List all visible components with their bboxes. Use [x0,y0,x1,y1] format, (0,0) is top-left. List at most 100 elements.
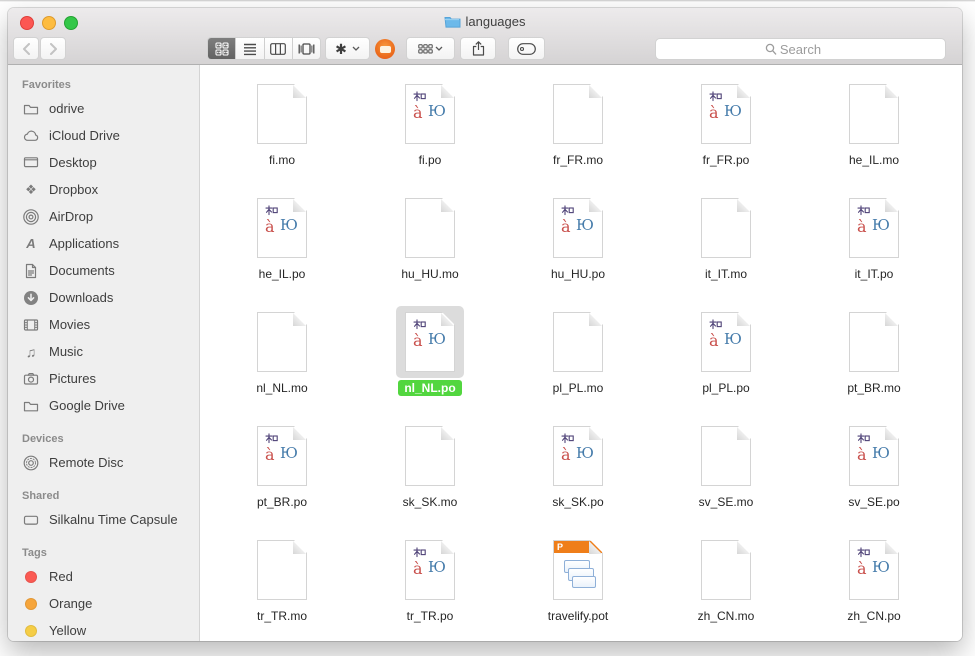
sidebar-item-orange[interactable]: Orange [8,590,199,617]
file-sv_SE-po[interactable]: àЮsv_SE.po [800,419,948,533]
sidebar-item-documents[interactable]: Documents [8,257,199,284]
tags-button[interactable] [508,37,545,60]
back-button[interactable] [13,37,39,60]
file-icon-box: àЮ [396,306,464,378]
file-icon-box: P [544,534,612,606]
list-view-icon [243,42,257,56]
file-name-label: tr_TR.mo [251,608,313,624]
sidebar-item-downloads[interactable]: Downloads [8,284,199,311]
file-icon-box [840,78,908,150]
sidebar-item-applications[interactable]: AApplications [8,230,199,257]
file-zh_CN-mo[interactable]: zh_CN.mo [652,533,800,641]
sidebar-item-odrive[interactable]: odrive [8,95,199,122]
view-mode-control [207,37,321,60]
po-file-icon: àЮ [405,84,455,144]
tag-icon [517,43,536,55]
list-view-button[interactable] [236,38,264,59]
sidebar-item-label: Movies [49,317,90,332]
file-sk_SK-po[interactable]: àЮsk_SK.po [504,419,652,533]
file-icon-box: àЮ [840,534,908,606]
page-fold [737,85,750,98]
sidebar-item-airdrop[interactable]: AirDrop [8,203,199,230]
sidebar-section-favorites: FavoritesodriveiCloud DriveDesktop❖Dropb… [8,79,199,419]
file-travelify-pot[interactable]: Ptravelify.pot [504,533,652,641]
file-name-label: hu_HU.mo [395,266,464,282]
file-sk_SK-mo[interactable]: sk_SK.mo [356,419,504,533]
po-file-icon: àЮ [701,312,751,372]
file-name-label: zh_CN.po [841,608,906,624]
icon-view-button[interactable] [208,38,236,59]
window-body: FavoritesodriveiCloud DriveDesktop❖Dropb… [8,65,962,641]
file-fi-mo[interactable]: fi.mo [208,77,356,191]
sidebar-item-label: Desktop [49,155,97,170]
folder-icon [21,398,41,414]
file-pt_BR-po[interactable]: àЮ pt_BR.po [208,419,356,533]
sidebar-item-label: AirDrop [49,209,93,224]
forward-button[interactable] [40,37,66,60]
file-he_IL-mo[interactable]: he_IL.mo [800,77,948,191]
file-pl_PL-po[interactable]: àЮpl_PL.po [652,305,800,419]
dropbox-icon: ❖ [21,183,41,196]
file-hu_HU-po[interactable]: àЮhu_HU.po [504,191,652,305]
sidebar-item-google-drive[interactable]: Google Drive [8,392,199,419]
applications-icon: A [21,237,41,250]
sidebar-item-label: Remote Disc [49,455,123,470]
share-icon [472,41,485,56]
file-hu_HU-mo[interactable]: hu_HU.mo [356,191,504,305]
file-nl_NL-po[interactable]: àЮnl_NL.po [356,305,504,419]
file-it_IT-mo[interactable]: it_IT.mo [652,191,800,305]
page-fold [737,313,750,326]
folder-icon [21,101,41,117]
sidebar-item-label: Documents [49,263,115,278]
sidebar-item-pictures[interactable]: Pictures [8,365,199,392]
file-pt_BR-mo[interactable]: pt_BR.mo [800,305,948,419]
sidebar-item-dropbox[interactable]: ❖Dropbox [8,176,199,203]
sidebar-item-music[interactable]: ♫Music [8,338,199,365]
minimize-button[interactable] [42,16,56,30]
sidebar-section-shared: SharedSilkalnu Time Capsule [8,490,199,533]
sidebar-item-silkalnu-time-capsule[interactable]: Silkalnu Time Capsule [8,506,199,533]
action-menu-button[interactable]: ✱ [325,37,370,60]
file-tr_TR-mo[interactable]: tr_TR.mo [208,533,356,641]
file-it_IT-po[interactable]: àЮit_IT.po [800,191,948,305]
latin-glyph: à [265,447,275,463]
page-fold [441,541,454,554]
file-fr_FR-mo[interactable]: fr_FR.mo [504,77,652,191]
sidebar-section-tags: TagsRedOrangeYellowGreen [8,547,199,641]
file-he_IL-po[interactable]: àЮhe_IL.po [208,191,356,305]
chevron-right-icon [49,43,58,55]
mo-file-icon [405,426,455,486]
zoom-button[interactable] [64,16,78,30]
chevron-down-icon [435,46,443,51]
search-input[interactable] [656,39,945,59]
file-fr_FR-po[interactable]: àЮfr_FR.po [652,77,800,191]
sidebar-item-movies[interactable]: Movies [8,311,199,338]
file-name-label: pt_BR.po [251,494,313,510]
file-zh_CN-po[interactable]: àЮ zh_CN.po [800,533,948,641]
column-view-button[interactable] [265,38,293,59]
share-button[interactable] [460,37,496,60]
file-pl_PL-mo[interactable]: pl_PL.mo [504,305,652,419]
cyrillic-glyph: Ю [872,560,890,575]
arrange-menu-button[interactable] [406,37,455,60]
sidebar: FavoritesodriveiCloud DriveDesktop❖Dropb… [8,65,200,641]
sidebar-item-desktop[interactable]: Desktop [8,149,199,176]
coverflow-view-button[interactable] [293,38,320,59]
poedit-app-button[interactable] [374,38,396,60]
sidebar-item-red[interactable]: Red [8,563,199,590]
latin-glyph: à [561,219,571,235]
sidebar-item-yellow[interactable]: Yellow [8,617,199,641]
po-file-icon: àЮ [257,426,307,486]
sidebar-item-remote-disc[interactable]: Remote Disc [8,449,199,476]
sidebar-item-label: Google Drive [49,398,125,413]
close-button[interactable] [20,16,34,30]
mo-file-icon [405,198,455,258]
sidebar-item-icloud-drive[interactable]: iCloud Drive [8,122,199,149]
translation-panel [572,576,596,588]
cyrillic-glyph: Ю [724,104,742,119]
file-sv_SE-mo[interactable]: sv_SE.mo [652,419,800,533]
file-icon-box: àЮ [840,420,908,492]
file-fi-po[interactable]: àЮfi.po [356,77,504,191]
file-nl_NL-mo[interactable]: nl_NL.mo [208,305,356,419]
file-tr_TR-po[interactable]: àЮtr_TR.po [356,533,504,641]
